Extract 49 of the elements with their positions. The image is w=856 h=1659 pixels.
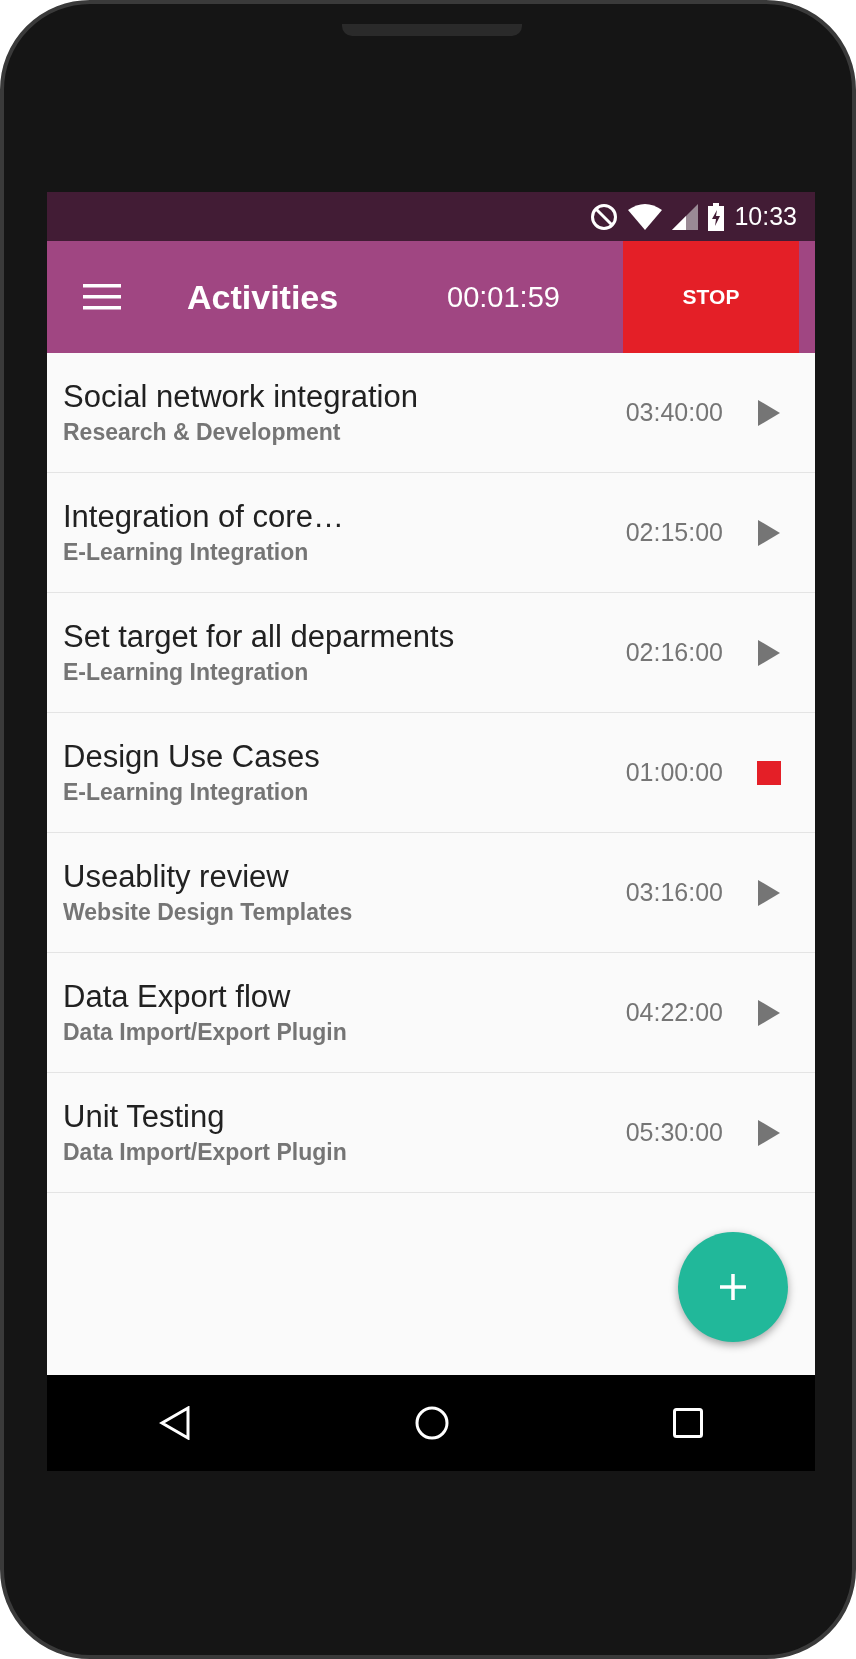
activity-row[interactable]: Set target for all deparments E-Learning Integration 02:16:00 xyxy=(47,593,815,713)
project-name: Data Import/Export Plugin xyxy=(63,1019,348,1046)
home-icon[interactable] xyxy=(415,1406,449,1440)
back-icon[interactable] xyxy=(159,1406,191,1440)
activity-title: Social network integration xyxy=(63,379,419,415)
play-icon[interactable] xyxy=(758,399,780,426)
add-button[interactable] xyxy=(678,1232,788,1342)
activity-row[interactable]: Unit Testing Data Import/Export Plugin 05:30:00 xyxy=(47,1073,815,1193)
wifi-icon xyxy=(628,203,663,230)
activity-title: Useablity review xyxy=(63,859,290,895)
project-name: E-Learning Integration xyxy=(63,659,310,686)
activity-title: Integration of core… xyxy=(63,499,345,535)
activity-duration: 01:00:00 xyxy=(625,758,723,787)
app-title: Activities xyxy=(187,277,340,317)
activity-duration: 03:16:00 xyxy=(625,878,723,907)
play-icon[interactable] xyxy=(758,519,780,546)
status-time: 10:33 xyxy=(734,202,797,231)
signal-icon xyxy=(672,203,699,230)
activity-row[interactable]: Useablity review Website Design Templates 03:16:00 xyxy=(47,833,815,953)
project-name: E-Learning Integration xyxy=(63,539,310,566)
recents-icon[interactable] xyxy=(673,1408,703,1438)
play-icon[interactable] xyxy=(758,639,780,666)
play-icon[interactable] xyxy=(758,1119,780,1146)
stop-icon[interactable] xyxy=(757,760,781,785)
activity-title: Unit Testing xyxy=(63,1099,226,1135)
battery-icon xyxy=(708,202,725,231)
stop-button[interactable]: STOP xyxy=(623,241,799,353)
activity-title: Design Use Cases xyxy=(63,739,321,775)
activity-row[interactable]: Data Export flow Data Import/Export Plugin 04:22:00 xyxy=(47,953,815,1073)
play-icon[interactable] xyxy=(758,879,780,906)
activity-row[interactable]: Social network integration Research & Development 03:40:00 xyxy=(47,353,815,473)
menu-icon[interactable] xyxy=(83,284,121,310)
project-name: Research & Development xyxy=(63,419,342,446)
activity-duration: 02:15:00 xyxy=(625,518,723,547)
activity-row[interactable]: Design Use Cases E-Learning Integration 01:00:00 xyxy=(47,713,815,833)
activity-title: Data Export flow xyxy=(63,979,292,1015)
play-icon[interactable] xyxy=(758,999,780,1026)
do-not-disturb-icon xyxy=(590,202,619,231)
activity-duration: 05:30:00 xyxy=(625,1118,723,1147)
project-name: Website Design Templates xyxy=(63,899,354,926)
elapsed-timer: 00:01:59 xyxy=(447,280,561,314)
activity-duration: 04:22:00 xyxy=(625,998,723,1027)
project-name: E-Learning Integration xyxy=(63,779,310,806)
activity-row[interactable]: Integration of core… E-Learning Integration 02:15:00 xyxy=(47,473,815,593)
activity-title: Set target for all deparments xyxy=(63,619,456,655)
activity-duration: 02:16:00 xyxy=(625,638,723,667)
plus-icon xyxy=(718,1272,748,1302)
activity-duration: 03:40:00 xyxy=(625,398,723,427)
project-name: Data Import/Export Plugin xyxy=(63,1139,348,1166)
